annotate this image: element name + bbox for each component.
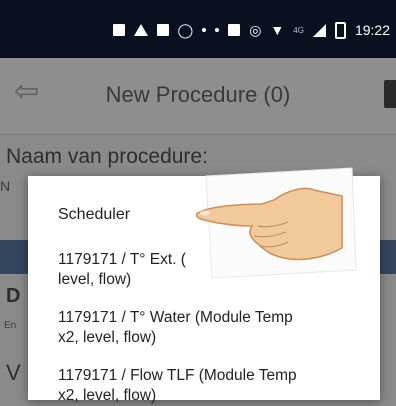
dialog-option[interactable]: 1179171 / T° Water (Module Temp x2, leve… <box>58 308 368 348</box>
battery-icon <box>334 21 346 39</box>
trash-icon[interactable] <box>384 80 396 108</box>
separator-dot-icon <box>202 28 207 32</box>
dialog-option[interactable]: 1179171 / Flow TLF (Module Temp x2, leve… <box>58 366 368 406</box>
dialog-title[interactable]: Scheduler <box>58 206 130 224</box>
option-line2: x2, level, flow) <box>58 329 157 346</box>
nfc-icon <box>228 24 241 36</box>
option-line2: x2, level, flow) <box>58 387 157 404</box>
notification-icon <box>112 24 125 36</box>
alert-icon <box>133 24 148 36</box>
app-bar: ⇦ New Procedure (0) <box>0 58 396 135</box>
section-en-label: En <box>4 320 17 331</box>
message-icon <box>156 24 169 36</box>
section-v-label: V <box>6 360 21 385</box>
status-clock: 19:22 <box>354 22 390 38</box>
option-line2: level, flow) <box>58 271 132 288</box>
option-line1: 1179171 / T° Water (Module Temp <box>58 309 293 326</box>
status-icons: ◯ ◎ ▼ 4G 19:22 <box>112 20 390 40</box>
vibrate-icon: ◎ <box>249 21 262 38</box>
option-line1: 1179171 / T° Ext. ( <box>58 251 186 268</box>
network-type: 4G <box>293 25 304 35</box>
procedure-name-label: Naam van procedure: <box>6 145 208 168</box>
signal-icon <box>312 23 326 37</box>
status-bar: ◯ ◎ ▼ 4G 19:22 <box>0 0 396 58</box>
option-line1: 1179171 / Flow TLF (Module Temp <box>58 367 297 384</box>
pointing-hand-icon <box>195 167 357 279</box>
separator-dot-icon <box>215 28 220 32</box>
whatsapp-icon: ◯ <box>177 21 194 38</box>
wifi-icon: ▼ <box>270 22 285 38</box>
page-title: New Procedure (0) <box>105 82 291 107</box>
section-d-label: D <box>6 285 21 307</box>
procedure-name-field[interactable]: N <box>0 178 10 194</box>
